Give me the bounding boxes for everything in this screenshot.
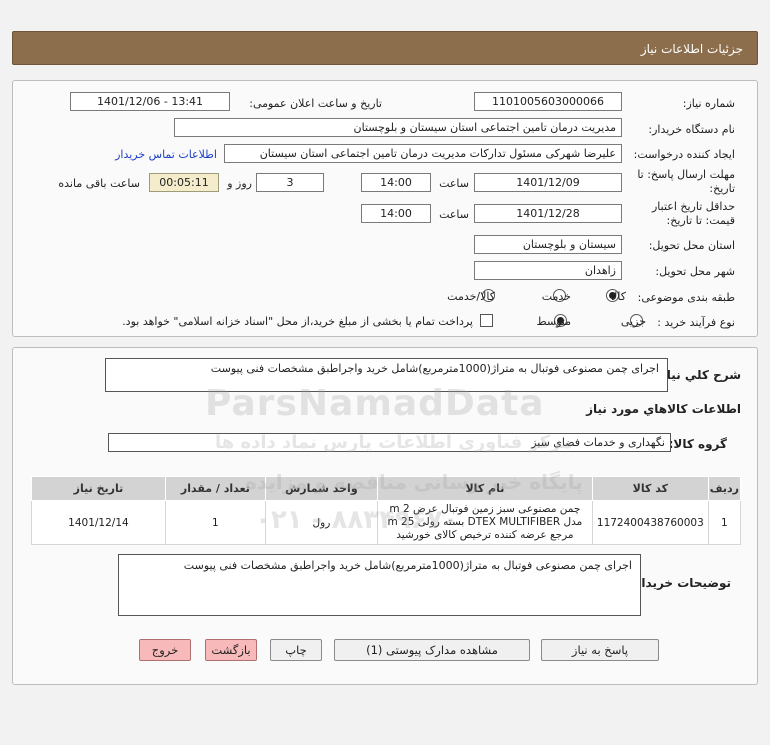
requester-field: علیرضا شهرکی مسئول تدارکات مدیریت درمان … <box>224 144 622 163</box>
attachments-button[interactable]: مشاهده مدارک پیوستی (1) <box>334 639 530 661</box>
cell-qty: 1 <box>164 500 266 545</box>
city-field: زاهدان <box>474 261 622 280</box>
buyer-org-field: مدیریت درمان تامین اجتماعی استان سیستان … <box>174 118 622 137</box>
requester-label: ایجاد کننده درخواست: <box>633 148 735 161</box>
province-label: استان محل تحویل: <box>648 239 735 252</box>
summary-field: اجرای چمن مصنوعی فوتبال به متراژ(1000متر… <box>105 358 668 392</box>
process-option-minor: جزیی <box>620 315 646 328</box>
process-option-medium: متوسط <box>536 315 571 328</box>
page-header: جزئیات اطلاعات نیاز <box>12 31 758 65</box>
items-table-header: ردیف کد کالا نام کالا واحد شمارش تعداد /… <box>31 476 742 501</box>
goods-info-title: اطلاعات کالاهاي مورد نياز <box>586 402 741 416</box>
buyer-org-label: نام دستگاه خریدار: <box>648 123 735 136</box>
col-index: ردیف <box>707 476 742 501</box>
cell-name: چمن مصنوعی سبز زمین فوتبال عرض 2 m مدل D… <box>376 500 593 545</box>
deadline-time-field: 14:00 <box>361 173 431 192</box>
table-row: 1 1172400438760003 چمن مصنوعی سبز زمین ف… <box>31 500 742 545</box>
exit-button[interactable]: خروج <box>139 639 191 661</box>
buyer-contact-link[interactable]: اطلاعات تماس خریدار <box>115 148 217 161</box>
col-code: کد کالا <box>591 476 709 501</box>
remaining-label: ساعت باقی مانده <box>58 177 140 190</box>
col-unit: واحد شمارش <box>264 476 378 501</box>
back-button[interactable]: بازگشت <box>205 639 257 661</box>
buyer-notes-field: اجرای چمن مصنوعی فوتبال به متراژ(1000متر… <box>118 554 641 616</box>
treasury-checkbox[interactable] <box>480 314 493 327</box>
col-name: نام کالا <box>376 476 593 501</box>
col-qty: تعداد / مقدار <box>164 476 266 501</box>
deadline-label-line2: تاریخ: <box>709 182 735 195</box>
items-table-wrap: ردیف کد کالا نام کالا واحد شمارش تعداد /… <box>31 476 742 545</box>
need-info-panel: شماره نیاز: 1101005603000066 تاریخ و ساع… <box>12 80 758 337</box>
payment-note: پرداخت تمام یا بخشی از مبلغ خرید،از محل … <box>122 315 473 328</box>
validity-time-label: ساعت <box>439 208 469 221</box>
process-label: نوع فرآیند خرید : <box>657 316 735 329</box>
announce-field: 1401/12/06 - 13:41 <box>70 92 230 111</box>
validity-label-line1: حداقل تاریخ اعتبار <box>651 200 735 213</box>
deadline-time-label: ساعت <box>439 177 469 190</box>
days-field: 3 <box>256 173 324 192</box>
deadline-date-field: 1401/12/09 <box>474 173 622 192</box>
category-option-goods: کالا <box>611 290 626 303</box>
page-title: جزئیات اطلاعات نیاز <box>640 42 743 56</box>
validity-date-field: 1401/12/28 <box>474 204 622 223</box>
cell-code: 1172400438760003 <box>591 500 709 545</box>
need-number-label: شماره نیاز: <box>682 97 735 110</box>
validity-label-line2: قیمت: تا تاریخ: <box>666 214 735 227</box>
goods-group-field: نگهداری و خدمات فضای سبز <box>108 433 671 452</box>
cell-date: 1401/12/14 <box>31 500 166 545</box>
items-table: ردیف کد کالا نام کالا واحد شمارش تعداد /… <box>31 476 742 545</box>
need-details-panel: شرح کلي نياز: اجرای چمن مصنوعی فوتبال به… <box>12 347 758 685</box>
print-button[interactable]: چاپ <box>270 639 322 661</box>
col-date: تاریخ نیاز <box>31 476 166 501</box>
deadline-label-line1: مهلت ارسال پاسخ: تا <box>637 168 735 181</box>
goods-group-label: گروه کالا: <box>668 437 727 451</box>
category-label: طبقه بندی موضوعی: <box>637 291 735 304</box>
cell-index: 1 <box>707 500 742 545</box>
buyer-notes-label: توضیحات خریدار: <box>629 576 731 590</box>
category-option-service: خدمت <box>541 290 571 303</box>
province-field: سیستان و بلوچستان <box>474 235 622 254</box>
need-number-field: 1101005603000066 <box>474 92 622 111</box>
cell-unit: رول <box>264 500 378 545</box>
reply-button[interactable]: پاسخ به نیاز <box>541 639 659 661</box>
announce-label: تاریخ و ساعت اعلان عمومی: <box>249 97 382 110</box>
remaining-time-field: 00:05:11 <box>149 173 219 192</box>
validity-label: حداقل تاریخ اعتبار قیمت: تا تاریخ: <box>652 200 735 228</box>
validity-time-field: 14:00 <box>361 204 431 223</box>
category-option-both: کالا/خدمت <box>447 290 495 303</box>
deadline-label: مهلت ارسال پاسخ: تا تاریخ: <box>637 168 735 196</box>
days-label: روز و <box>227 177 252 190</box>
city-label: شهر محل تحویل: <box>655 265 735 278</box>
